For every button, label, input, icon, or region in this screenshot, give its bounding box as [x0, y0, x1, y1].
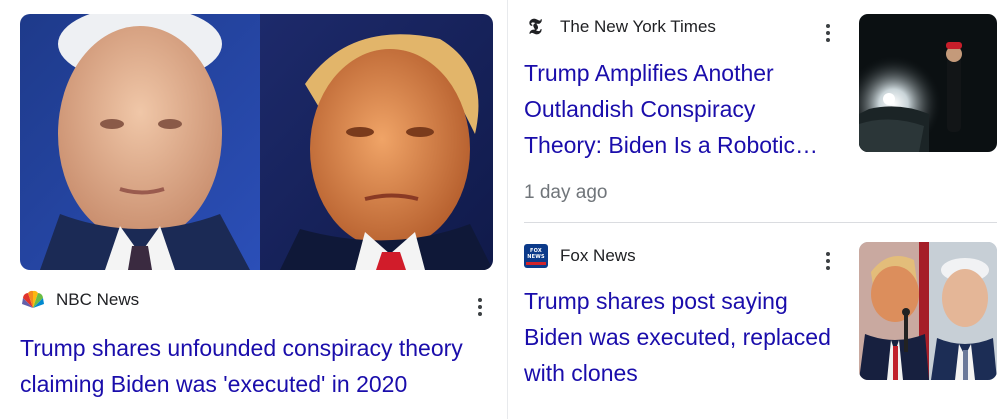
headline-link[interactable]: Trump Amplifies Another Outlandish Consp… — [524, 55, 844, 163]
nyt-logo-icon: 𝕿 — [528, 14, 542, 40]
photo-biden-trump — [20, 14, 493, 270]
headline-line: Trump Amplifies Another — [524, 60, 774, 86]
news-card-nbc[interactable]: NBC News Trump shares unfounded conspira… — [0, 0, 507, 419]
news-thumbnail-nyt[interactable] — [859, 14, 997, 152]
headline-line: Outlandish Conspiracy — [524, 96, 756, 122]
photo-night-rally — [859, 14, 997, 152]
source-fox[interactable]: FOX NEWS Fox News — [524, 244, 636, 268]
news-image-biden-trump[interactable] — [20, 14, 493, 270]
source-name: NBC News — [56, 290, 140, 309]
source-name: The New York Times — [560, 17, 716, 36]
timestamp: 1 day ago — [524, 182, 608, 203]
source-name: Fox News — [560, 246, 636, 265]
card-divider — [524, 222, 997, 223]
headline-line: claiming Biden was 'executed' in 2020 — [20, 371, 408, 397]
headline-line: with clones — [524, 360, 638, 386]
headline-line: Trump shares post saying — [524, 288, 788, 314]
column-divider — [507, 0, 508, 419]
source-nyt[interactable]: 𝕿 The New York Times — [524, 16, 716, 38]
headline-link[interactable]: Trump shares unfounded conspiracy theory… — [20, 330, 500, 402]
news-thumbnail-fox[interactable] — [859, 242, 997, 380]
fox-news-logo-icon: FOX NEWS — [524, 244, 548, 268]
more-vert-icon[interactable] — [470, 294, 490, 320]
more-vert-icon[interactable] — [818, 248, 838, 274]
headline-link[interactable]: Trump shares post saying Biden was execu… — [524, 283, 854, 391]
headline-line: Trump shares unfounded conspiracy theory — [20, 335, 463, 361]
headline-line: Biden was executed, replaced — [524, 324, 831, 350]
nbc-peacock-icon — [22, 290, 44, 308]
more-vert-icon[interactable] — [818, 20, 838, 46]
headline-line: Theory: Biden Is a Robotic… — [524, 132, 819, 158]
photo-trump-biden — [859, 242, 997, 380]
source-nbc[interactable]: NBC News — [20, 290, 139, 310]
